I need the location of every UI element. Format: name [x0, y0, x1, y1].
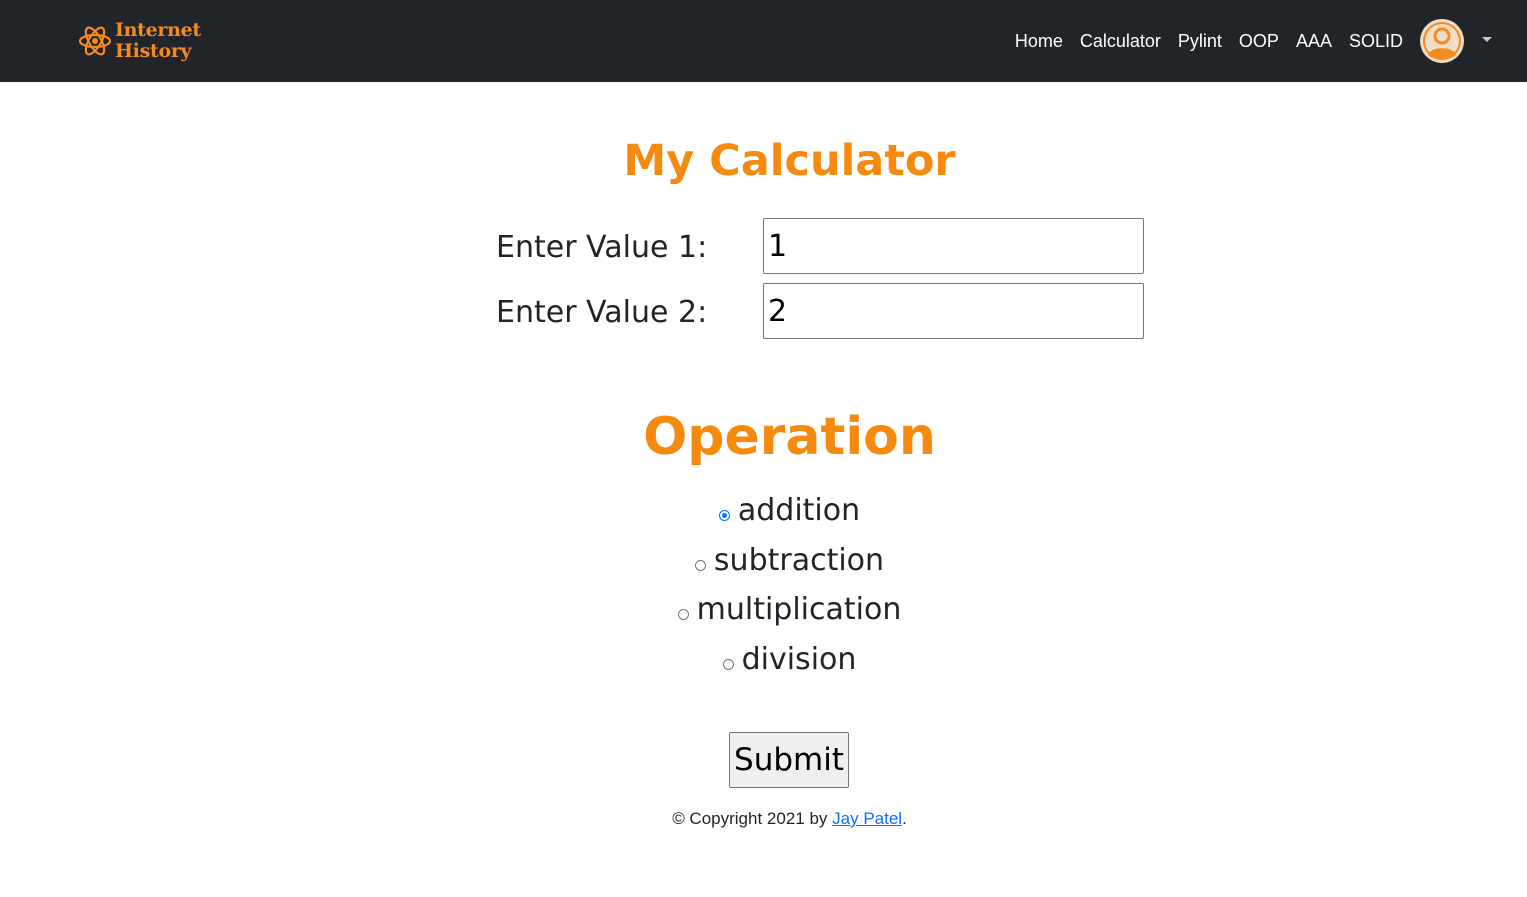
- author-link[interactable]: Jay Patel: [832, 809, 902, 828]
- radio-button-division[interactable]: [722, 659, 734, 670]
- operation-title: Operation: [643, 407, 936, 467]
- user-icon: [1423, 22, 1461, 60]
- site-logo[interactable]: Internet History: [78, 18, 202, 66]
- nav-link-solid[interactable]: SOLID: [1349, 30, 1403, 52]
- radio-option-multiplication[interactable]: multiplication: [0, 590, 1527, 630]
- value2-label: Enter Value 2:: [496, 295, 708, 330]
- radio-button-multiplication[interactable]: [677, 609, 689, 620]
- page-title: My Calculator: [623, 136, 956, 186]
- nav-link-aaa[interactable]: AAA: [1296, 30, 1332, 52]
- value1-label: Enter Value 1:: [496, 230, 708, 265]
- nav-link-home[interactable]: Home: [1015, 30, 1063, 52]
- navbar: Internet History Home Calculator Pylint …: [0, 0, 1527, 82]
- nav-link-oop[interactable]: OOP: [1239, 30, 1279, 52]
- user-avatar[interactable]: [1420, 19, 1464, 63]
- radio-option-subtraction[interactable]: subtraction: [0, 541, 1527, 581]
- radio-option-addition[interactable]: addition: [0, 491, 1527, 531]
- footer: © Copyright 2021 by Jay Patel.: [0, 808, 1527, 830]
- value1-input[interactable]: [763, 218, 1144, 274]
- chevron-down-icon[interactable]: [1482, 37, 1492, 42]
- nav-link-calculator[interactable]: Calculator: [1080, 30, 1161, 52]
- radio-button-addition[interactable]: [718, 510, 730, 521]
- logo-line-2: History: [115, 40, 192, 62]
- radio-label-division: division: [741, 642, 857, 677]
- radio-option-division[interactable]: division: [0, 640, 1527, 680]
- nav-link-pylint[interactable]: Pylint: [1178, 30, 1222, 52]
- radio-label-subtraction: subtraction: [713, 543, 885, 578]
- nav-links: Home Calculator Pylint OOP AAA SOLID: [998, 30, 1403, 52]
- copyright-text: © Copyright 2021 by: [672, 809, 833, 828]
- radio-label-addition: addition: [737, 493, 861, 528]
- logo-text: Internet History: [115, 20, 201, 62]
- atom-icon: [78, 26, 112, 56]
- radio-button-subtraction[interactable]: [694, 560, 706, 571]
- copyright-suffix: .: [902, 809, 907, 828]
- radio-label-multiplication: multiplication: [696, 592, 902, 627]
- submit-button[interactable]: Submit: [729, 732, 849, 788]
- value2-input[interactable]: [763, 283, 1144, 339]
- logo-line-1: Internet: [115, 19, 201, 41]
